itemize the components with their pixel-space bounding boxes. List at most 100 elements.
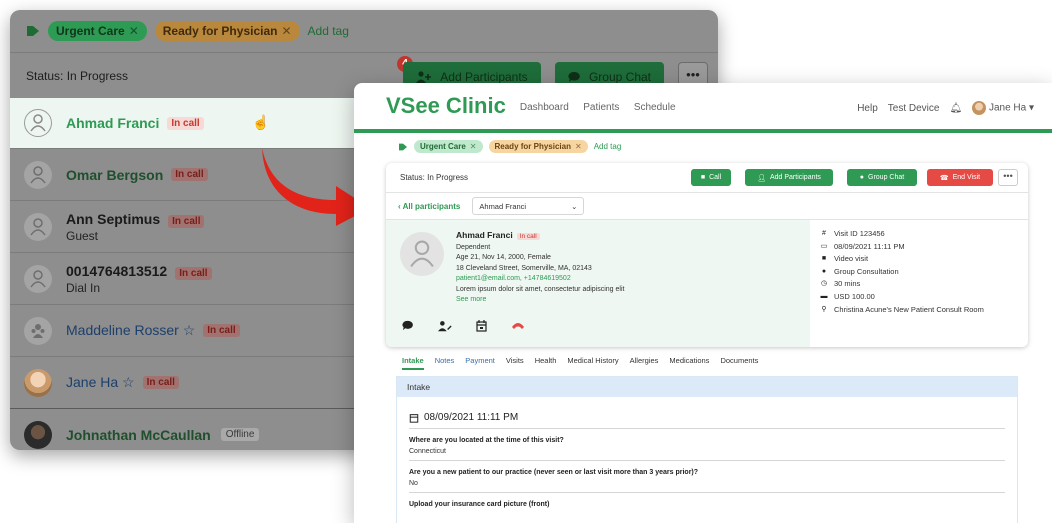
calendar-icon[interactable] <box>476 320 487 332</box>
intake-question: Where are you located at the time of thi… <box>409 429 1005 461</box>
status-badge: In call <box>175 266 212 280</box>
tag-icon <box>399 143 407 150</box>
all-participants-link[interactable]: ‹ All participants <box>398 202 460 211</box>
intake-datetime: 08/09/2021 11:11 PM <box>409 397 1005 429</box>
participant-name: Omar Bergson <box>66 166 164 183</box>
participant-name: Maddeline Rosser ☆ <box>66 322 196 338</box>
hang-up-icon[interactable] <box>511 320 525 330</box>
chat-icon[interactable] <box>402 320 414 331</box>
add-tag-link[interactable]: Add tag <box>308 24 349 38</box>
tab-health[interactable]: Health <box>535 356 557 370</box>
tab-medical-history[interactable]: Medical History <box>567 356 618 370</box>
bell-icon[interactable]: 🔔︎ <box>949 103 962 114</box>
tab-notes[interactable]: Notes <box>435 356 455 370</box>
remove-tag-icon[interactable]: ✕ <box>281 24 291 38</box>
tab-intake[interactable]: Intake <box>402 356 424 370</box>
patient-actions <box>402 320 525 332</box>
tag-ready-for-physician[interactable]: Ready for Physician ✕ <box>154 21 300 41</box>
avatar <box>400 232 444 276</box>
participant-selector-row: ‹ All participants Ahmad Franci ⌄ <box>386 193 1028 220</box>
status-badge: In call <box>168 214 205 228</box>
patient-info-panel: Ahmad Franci In call Dependent Age 21, No… <box>386 220 810 347</box>
user-icon <box>410 240 434 268</box>
tab-documents[interactable]: Documents <box>720 356 758 370</box>
top-navigation: VSee Clinic Dashboard Patients Schedule … <box>354 83 1052 133</box>
calendar-icon: ▭ <box>820 242 828 250</box>
visit-type: ■ Video visit <box>820 253 984 266</box>
status-row: Status: In Progress ■ Call 👤︎ Add Particip… <box>386 163 1028 193</box>
vsee-clinic-logo[interactable]: VSee Clinic <box>386 93 506 119</box>
patient-note: Lorem ipsum dolor sit amet, consectetur … <box>456 285 625 293</box>
group-user-icon <box>31 323 45 338</box>
status-text: Status: In Progress <box>400 173 469 182</box>
help-link[interactable]: Help <box>857 103 878 114</box>
avatar <box>24 420 52 449</box>
user-menu[interactable]: Jane Ha ▾ <box>972 101 1034 115</box>
add-participants-button[interactable]: 👤︎ Add Participants <box>745 169 833 186</box>
remove-tag-icon[interactable]: ✕ <box>470 142 477 151</box>
group-chat-button[interactable]: ● Group Chat <box>847 169 917 186</box>
avatar <box>24 264 52 293</box>
status-text: Status: In Progress <box>26 68 129 83</box>
tag-urgent-care[interactable]: Urgent Care ✕ <box>48 21 147 41</box>
tag-bar: Urgent Care ✕ Ready for Physician ✕ Add ta… <box>10 10 718 52</box>
status-badge: In call <box>167 116 204 130</box>
video-icon: ■ <box>700 174 706 181</box>
participant-name: Johnathan McCaullan <box>66 426 211 443</box>
tag-ready-for-physician[interactable]: Ready for Physician ✕ <box>488 140 588 153</box>
visit-datetime: ▭ 08/09/2021 11:11 PM <box>820 241 984 254</box>
remove-tag-icon[interactable]: ✕ <box>129 24 139 38</box>
patient-details: Ahmad Franci In call Dependent Age 21, No… <box>456 230 624 306</box>
question-text: Are you a new patient to our practice (n… <box>409 469 699 476</box>
main-nav: Dashboard Patients Schedule <box>520 97 686 115</box>
nav-dashboard[interactable]: Dashboard <box>520 102 569 113</box>
visit-tabs: Intake Notes Payment Visits Health Medic… <box>402 356 758 370</box>
end-visit-button[interactable]: ☎︎ End Visit <box>927 169 993 186</box>
intake-section: Intake 08/09/2021 11:11 PM Where are you… <box>396 376 1018 523</box>
status-badge: In call <box>203 324 240 337</box>
question-text: Upload your insurance card picture (fron… <box>409 501 550 508</box>
user-icon <box>30 269 46 287</box>
avatar <box>24 160 52 189</box>
tag-urgent-care[interactable]: Urgent Care ✕ <box>414 140 483 153</box>
hash-icon: # <box>822 230 826 237</box>
tab-allergies[interactable]: Allergies <box>630 356 659 370</box>
avatar <box>24 109 52 137</box>
participant-text: 0014764813512 In call Dial In <box>66 263 212 295</box>
tab-payment[interactable]: Payment <box>465 356 495 370</box>
edit-user-icon[interactable] <box>438 320 452 332</box>
nav-patients[interactable]: Patients <box>583 102 619 113</box>
add-tag-link[interactable]: Add tag <box>594 142 622 151</box>
more-options-button[interactable]: ••• <box>998 169 1018 186</box>
call-button[interactable]: ■ Call <box>691 169 731 186</box>
status-badge: In call <box>171 168 208 181</box>
avatar <box>972 101 987 115</box>
add-user-icon <box>416 71 432 83</box>
nav-schedule[interactable]: Schedule <box>634 102 676 113</box>
user-icon <box>30 114 46 132</box>
remove-tag-icon[interactable]: ✕ <box>575 142 582 151</box>
nav-right: Help Test Device 🔔︎ Jane Ha ▾ <box>857 101 1034 115</box>
answer-text: No <box>409 480 418 487</box>
see-more-link[interactable]: See more <box>456 295 624 306</box>
chevron-down-icon: ⌄ <box>571 201 578 211</box>
visit-duration: ◷ 30 mins <box>820 278 984 291</box>
tab-visits[interactable]: Visits <box>506 356 524 370</box>
answer-text: Connecticut <box>409 448 446 455</box>
chat-icon <box>568 71 580 82</box>
visit-room: ⚲ Christina Acune's New Patient Consult R… <box>820 304 984 317</box>
question-text: Where are you located at the time of thi… <box>409 437 564 444</box>
participant-select[interactable]: Ahmad Franci ⌄ <box>472 197 585 215</box>
intake-question: Are you a new patient to our practice (n… <box>409 461 1005 493</box>
patient-contact[interactable]: patient1@email.com, +14784619502 <box>456 274 624 285</box>
participant-subtitle: Guest <box>66 228 99 243</box>
clinic-window: VSee Clinic Dashboard Patients Schedule … <box>354 83 1052 523</box>
tab-medications[interactable]: Medications <box>669 356 709 370</box>
tag-bar: Urgent Care ✕ Ready for Physician ✕ Add ta… <box>398 140 621 153</box>
hang-up-icon: ☎︎ <box>939 174 949 182</box>
patient-address: 18 Cleveland Street, Somerville, MA, 021… <box>456 264 592 272</box>
video-icon: ■ <box>821 255 827 263</box>
status-badge: Offline <box>220 428 260 441</box>
card-icon: ▬ <box>820 292 828 300</box>
test-device-link[interactable]: Test Device <box>888 103 940 114</box>
